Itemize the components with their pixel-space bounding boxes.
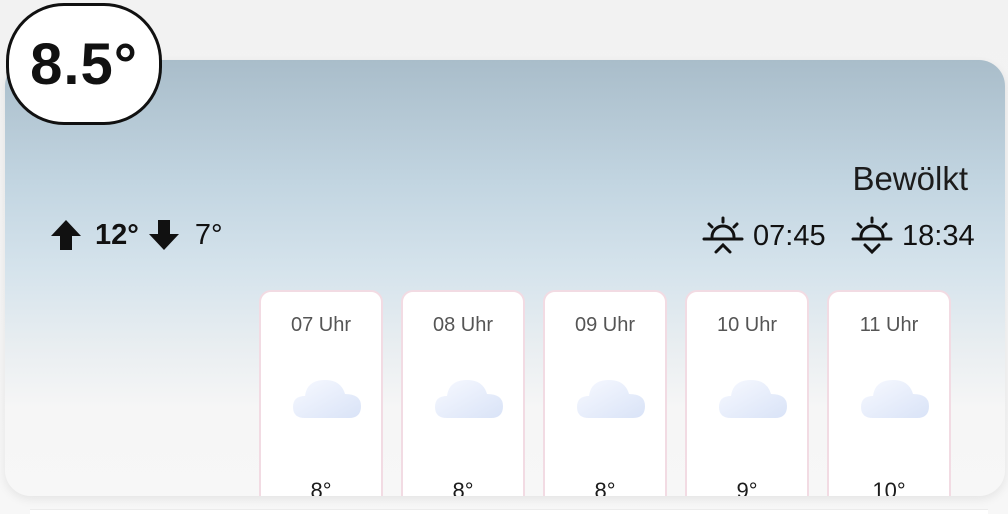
- high-temp: 12°: [95, 218, 139, 251]
- hour-temp: 10°: [872, 478, 906, 496]
- cloud-icon: [719, 380, 787, 418]
- hour-time: 11 Uhr: [859, 314, 919, 336]
- sunrise-icon: [702, 216, 744, 254]
- cloud-icon: [577, 380, 645, 418]
- cloud-icon: [293, 380, 361, 418]
- hour-time: 08 Uhr: [432, 314, 494, 336]
- hour-card[interactable]: 11 Uhr 10°: [827, 290, 951, 496]
- hour-temp: 8°: [594, 478, 616, 496]
- hour-card[interactable]: 08 Uhr 8°: [401, 290, 525, 496]
- cloud-icon: [435, 380, 503, 418]
- hour-time: 09 Uhr: [574, 314, 636, 336]
- arrow-up-icon: [51, 220, 81, 250]
- hour-card[interactable]: 09 Uhr 8°: [543, 290, 667, 496]
- hour-temp: 9°: [736, 478, 758, 496]
- hour-time: 07 Uhr: [290, 314, 352, 336]
- hour-temp: 8°: [310, 478, 332, 496]
- arrow-down-icon: [148, 220, 179, 250]
- hour-temp: 8°: [452, 478, 474, 496]
- sunrise-time: 07:45: [753, 219, 826, 252]
- sunset-icon: [851, 216, 893, 255]
- sunrise: 07:45: [701, 215, 826, 257]
- weather-page: Bewölkt 12° 7° 07:45 18:34 07 Uhr 8° 08 …: [0, 0, 1008, 514]
- hour-time: 10 Uhr: [716, 314, 778, 336]
- high-low-temps: 12° 7°: [49, 218, 223, 252]
- next-card-edge: [30, 509, 988, 514]
- sunset-time: 18:34: [902, 219, 975, 252]
- weather-card[interactable]: Bewölkt 12° 7° 07:45 18:34 07 Uhr 8° 08 …: [5, 60, 1005, 496]
- hour-card[interactable]: 07 Uhr 8°: [259, 290, 383, 496]
- cloud-icon: [861, 380, 929, 418]
- sunset: 18:34: [850, 215, 975, 257]
- condition-label: Bewölkt: [852, 160, 968, 197]
- current-temperature: 8.5°: [6, 3, 162, 125]
- hourly-forecast: 07 Uhr 8° 08 Uhr 8° 09 Uhr 8° 10 Uhr 9° 11 Uhr 10…: [259, 290, 951, 496]
- hour-card[interactable]: 10 Uhr 9°: [685, 290, 809, 496]
- low-temp: 7°: [194, 218, 223, 251]
